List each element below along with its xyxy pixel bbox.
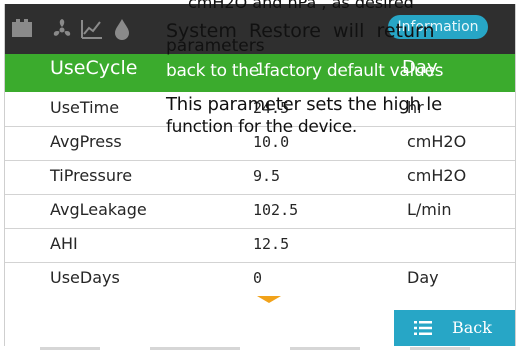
information-button[interactable]: Information [388,15,488,39]
device-screen: Information UseCycle 1 Day UseTime 24.5 … [4,4,516,346]
row-unit: cmH2O [407,166,467,185]
table-row[interactable]: UseDays 0 Day [5,262,515,296]
table-row[interactable]: UseTime 24.5 hr [5,92,515,127]
back-button[interactable]: Back [394,310,515,346]
table-row[interactable]: AvgLeakage 102.5 L/min [5,194,515,229]
back-button-label: Back [452,318,492,337]
row-value: 102.5 [253,201,299,219]
battery-icon [12,19,32,37]
row-unit: hr [407,98,424,117]
table-row[interactable]: AvgPress 10.0 cmH2O [5,126,515,161]
list-icon [414,321,432,335]
table-row[interactable]: AHI 12.5 [5,228,515,263]
chart-icon [81,20,102,39]
row-value: 9.5 [253,167,281,185]
highlight-row-unit: Day [402,57,438,78]
row-name: AvgPress [50,132,122,151]
row-name: UseDays [50,268,120,287]
highlight-row-value: 1 [255,60,266,80]
status-bar: Information [5,4,515,54]
chevron-down-icon[interactable] [257,296,281,303]
row-unit: L/min [407,200,452,219]
row-unit: cmH2O [407,132,467,151]
row-name: TiPressure [50,166,133,185]
row-value: 10.0 [253,133,290,151]
row-value: 24.5 [253,99,290,117]
cropped-text-remnant [40,347,470,350]
row-value: 12.5 [253,235,290,253]
row-name: AvgLeakage [50,200,147,219]
fan-icon [53,19,71,36]
row-value: 0 [253,269,263,287]
table-row[interactable]: TiPressure 9.5 cmH2O [5,160,515,195]
row-unit: Day [407,268,439,287]
row-name: AHI [50,234,78,253]
water-drop-icon [115,19,129,40]
highlight-row-name: UseCycle [50,57,138,79]
row-name: UseTime [50,98,120,117]
